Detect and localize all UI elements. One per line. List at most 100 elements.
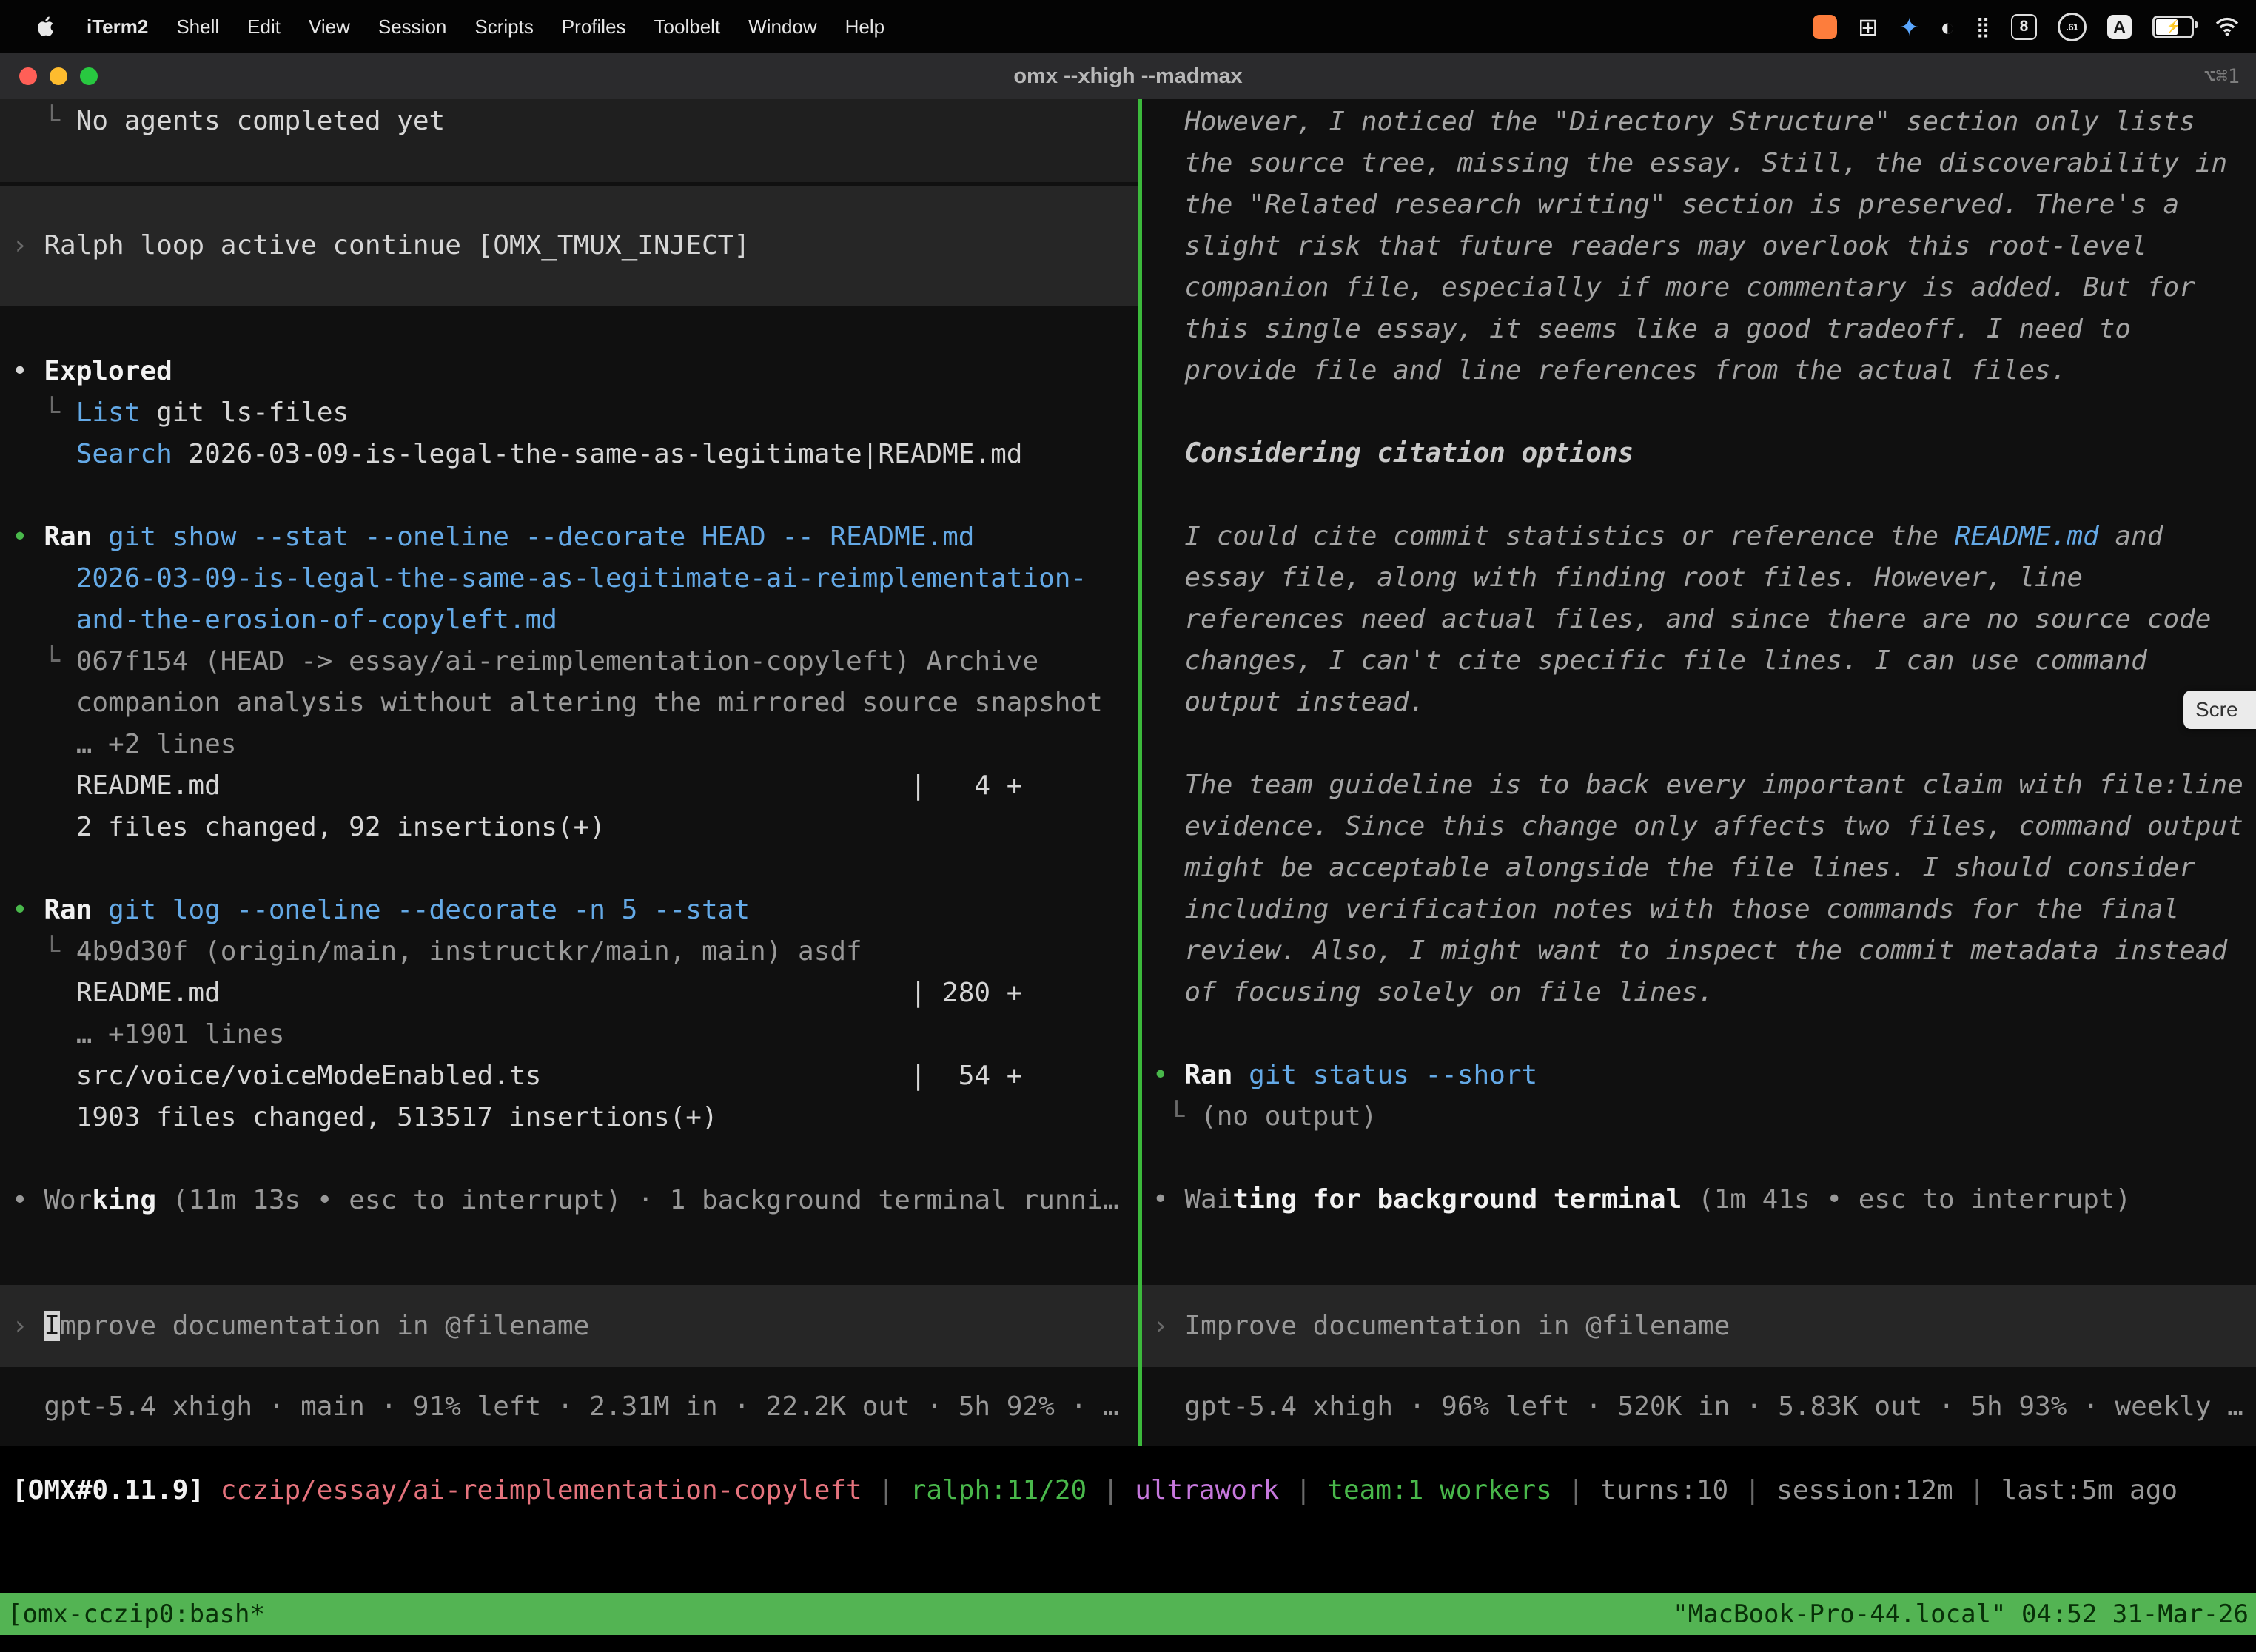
terminal-line: provide file and line references from th… [1142, 350, 2256, 392]
terminal-line: references need actual files, and since … [1142, 599, 2256, 640]
terminal-line: including verification notes with those … [1142, 889, 2256, 930]
grid-app-icon[interactable]: ⊞ [1858, 15, 1879, 39]
window-shortcut-hint: ⌥⌘1 [2203, 65, 2240, 88]
terminal-line: • Explored [0, 351, 1138, 392]
apple-menu-icon[interactable] [22, 16, 68, 37]
terminal-line: └ (no output) [1142, 1096, 2256, 1138]
terminal-line: 2026-03-09-is-legal-the-same-as-legitima… [0, 558, 1138, 600]
terminal-line: slight risk that future readers may over… [1142, 226, 2256, 267]
zoom-button[interactable] [80, 67, 98, 85]
terminal-line: the source tree, missing the essay. Stil… [1142, 143, 2256, 184]
terminal-line: • Waiting for background terminal (1m 41… [1142, 1179, 2256, 1220]
terminal-line: might be acceptable alongside the file l… [1142, 847, 2256, 889]
terminal-line: companion analysis without altering the … [0, 682, 1138, 724]
terminal-line: › Improve documentation in @filename [1142, 1306, 2256, 1347]
traffic-lights [19, 53, 98, 99]
battery-gauge-icon[interactable]: .61 [2058, 13, 2087, 41]
terminal-line: evidence. Since this change only affects… [1142, 806, 2256, 847]
terminal-line [1142, 474, 2256, 516]
wifi-icon[interactable] [2215, 16, 2240, 37]
left-agent-input[interactable]: › Improve documentation in @filename [0, 1285, 1138, 1367]
terminal-line: • Working (11m 13s • esc to interrupt) ·… [0, 1180, 1138, 1221]
terminal-line: review. Also, I might want to inspect th… [1142, 930, 2256, 972]
terminal-line: this single essay, it seems like a good … [1142, 309, 2256, 350]
terminal-line: gpt-5.4 xhigh · 96% left · 520K in · 5.8… [1142, 1386, 2256, 1428]
right-agent-input[interactable]: › Improve documentation in @filename [1142, 1285, 2256, 1367]
terminal-line [1142, 1013, 2256, 1055]
left-agent-pane[interactable]: └ No agents completed yet › Ralph loop a… [0, 99, 1138, 1446]
terminal-line: 2 files changed, 92 insertions(+) [0, 807, 1138, 848]
terminal-line: README.md | 280 + [0, 973, 1138, 1014]
screen-share-notification[interactable]: Scre [2183, 691, 2256, 729]
terminal-line: The team guideline is to back every impo… [1142, 765, 2256, 806]
window-title: omx --xhigh --madmax [0, 64, 2256, 89]
terminal-line: gpt-5.4 xhigh · main · 91% left · 2.31M … [0, 1386, 1138, 1428]
terminal-line: [OMX#0.11.9] cczip/essay/ai-reimplementa… [12, 1470, 2256, 1511]
menu-item-scripts[interactable]: Scripts [460, 16, 547, 38]
terminal-line: • Ran git log --oneline --decorate -n 5 … [0, 890, 1138, 931]
menu-item-edit[interactable]: Edit [233, 16, 295, 38]
terminal: └ No agents completed yet › Ralph loop a… [0, 99, 2256, 1652]
terminal-line: of focusing solely on file lines. [1142, 972, 2256, 1013]
menu-item-session[interactable]: Session [364, 16, 461, 38]
terminal-line: the "Related research writing" section i… [1142, 184, 2256, 226]
terminal-line: Considering citation options [1142, 433, 2256, 474]
terminal-line: and-the-erosion-of-copyleft.md [0, 600, 1138, 641]
more-apps-icon[interactable]: ⣿ [1975, 15, 1990, 39]
menu-item-view[interactable]: View [295, 16, 364, 38]
terminal-line: • Ran git status --short [1142, 1055, 2256, 1096]
terminal-line: src/voice/voiceModeEnabled.ts | 54 + [0, 1055, 1138, 1097]
terminal-line: essay file, along with finding root file… [1142, 557, 2256, 599]
terminal-line: › Ralph loop active continue [OMX_TMUX_I… [0, 225, 1138, 266]
minimize-button[interactable] [50, 67, 67, 85]
menu-item-window[interactable]: Window [734, 16, 830, 38]
menu-item-iterm2[interactable]: iTerm2 [73, 16, 162, 38]
terminal-line: However, I noticed the "Directory Struct… [1142, 101, 2256, 143]
terminal-line: I could cite commit statistics or refere… [1142, 516, 2256, 557]
tmux-host-clock: "MacBook-Pro-44.local" 04:52 31-Mar-26 [1673, 1599, 2249, 1629]
screen: iTerm2ShellEditViewSessionScriptsProfile… [0, 0, 2256, 1652]
dark-app-icon[interactable]: ◐ [1940, 15, 1955, 39]
tmux-panes: └ No agents completed yet › Ralph loop a… [0, 99, 2256, 1446]
terminal-line [0, 848, 1138, 890]
input-source-icon[interactable]: A [2107, 15, 2132, 39]
terminal-line: └ No agents completed yet [0, 101, 1138, 142]
menu-item-profiles[interactable]: Profiles [548, 16, 640, 38]
terminal-line: companion file, especially if more comme… [1142, 267, 2256, 309]
right-agent-pane[interactable]: However, I noticed the "Directory Struct… [1142, 99, 2256, 1446]
terminal-line: └ 4b9d30f (origin/main, instructkr/main,… [0, 931, 1138, 973]
window-titlebar[interactable]: omx --xhigh --madmax ⌥⌘1 [0, 53, 2256, 100]
menu-item-shell[interactable]: Shell [162, 16, 233, 38]
terminal-line: output instead. [1142, 682, 2256, 723]
tmux-session-label: [omx-cczip0:bash* [7, 1599, 265, 1629]
right-pane-transcript: However, I noticed the "Directory Struct… [1142, 99, 2256, 1220]
screen-recording-indicator[interactable] [1813, 15, 1837, 39]
terminal-line [1142, 723, 2256, 765]
menu-item-toolbelt[interactable]: Toolbelt [640, 16, 735, 38]
terminal-line: … +1901 lines [0, 1014, 1138, 1055]
macos-menu-bar: iTerm2ShellEditViewSessionScriptsProfile… [0, 0, 2256, 53]
terminal-line: • Ran git show --stat --oneline --decora… [0, 517, 1138, 558]
terminal-line: 1903 files changed, 513517 insertions(+) [0, 1097, 1138, 1138]
omx-status-bar: [OMX#0.11.9] cczip/essay/ai-reimplementa… [12, 1470, 2256, 1511]
left-pane-transcript: • Explored └ List git ls-files Search 20… [0, 306, 1138, 1221]
menu-bar-status-icons: ⊞ ✦ ◐ ⣿ 8 .61 A ⚡ [1813, 13, 2256, 41]
terminal-line: └ List git ls-files [0, 392, 1138, 434]
right-model-status-line: gpt-5.4 xhigh · 96% left · 520K in · 5.8… [1142, 1386, 2256, 1428]
terminal-line: › Improve documentation in @filename [0, 1306, 1138, 1347]
blue-app-icon[interactable]: ✦ [1899, 15, 1920, 39]
terminal-line: └ 067f154 (HEAD -> essay/ai-reimplementa… [0, 641, 1138, 682]
menu-bar-left: iTerm2ShellEditViewSessionScriptsProfile… [0, 16, 899, 38]
tmux-status-bar: [omx-cczip0:bash* "MacBook-Pro-44.local"… [0, 1593, 2256, 1635]
notification-text: Scre [2195, 698, 2238, 722]
close-button[interactable] [19, 67, 37, 85]
terminal-line: Search 2026-03-09-is-legal-the-same-as-l… [0, 434, 1138, 475]
terminal-line [1142, 1138, 2256, 1179]
menu-items: iTerm2ShellEditViewSessionScriptsProfile… [73, 16, 899, 38]
terminal-line [0, 475, 1138, 517]
left-model-status-line: gpt-5.4 xhigh · main · 91% left · 2.31M … [0, 1386, 1138, 1428]
menu-item-help[interactable]: Help [831, 16, 899, 38]
terminal-line: … +2 lines [0, 724, 1138, 765]
keycast-icon[interactable]: 8 [2011, 14, 2037, 40]
battery-icon[interactable]: ⚡ [2152, 16, 2194, 38]
